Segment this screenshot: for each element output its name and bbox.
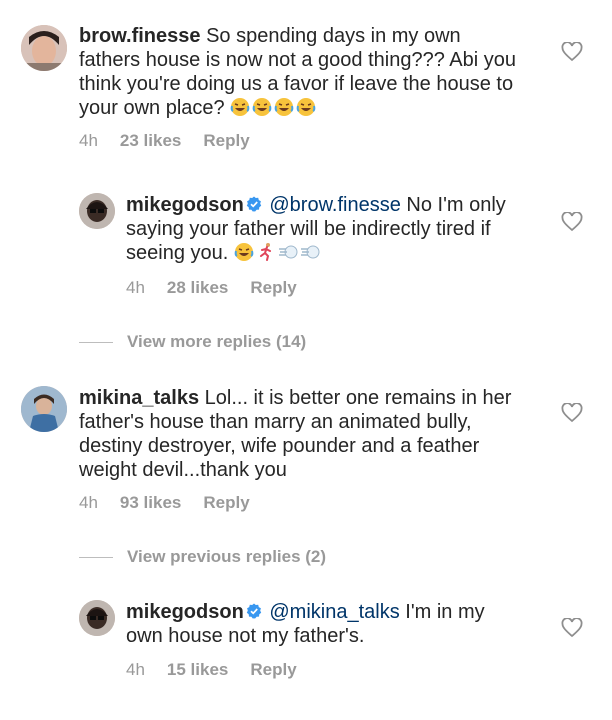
reply-button[interactable]: Reply <box>203 493 249 513</box>
comment-username[interactable]: mikegodson <box>126 601 244 623</box>
comment-meta: 4h 23 likes Reply <box>79 131 250 151</box>
dash-icon <box>300 245 320 259</box>
comment-time: 4h <box>79 131 98 150</box>
comment-meta: 4h 93 likes Reply <box>79 493 250 513</box>
comment-text: mikegodson @mikina_talks I'm in my own h… <box>126 600 526 648</box>
comment-meta: 4h 28 likes Reply <box>126 278 297 298</box>
likes-count[interactable]: 15 likes <box>167 660 228 680</box>
comment-time: 4h <box>79 493 98 512</box>
reply-button[interactable]: Reply <box>250 660 296 680</box>
likes-count[interactable]: 23 likes <box>120 131 181 151</box>
comment-text: brow.finesse So spending days in my own … <box>79 24 519 120</box>
laughing-emoji-icon <box>296 98 316 116</box>
verified-badge-icon <box>246 196 261 212</box>
reply-button[interactable]: Reply <box>250 278 296 298</box>
view-previous-replies-button[interactable]: View previous replies (2) <box>79 547 326 567</box>
avatar[interactable] <box>79 600 115 636</box>
laughing-emoji-icon <box>274 98 294 116</box>
comment-time: 4h <box>126 660 145 679</box>
heart-icon[interactable] <box>561 618 583 638</box>
heart-icon[interactable] <box>561 403 583 423</box>
reply-button[interactable]: Reply <box>203 131 249 151</box>
view-more-replies-button[interactable]: View more replies (14) <box>79 332 306 352</box>
comment-text: mikegodson @brow.finesse No I'm only say… <box>126 193 536 265</box>
heart-icon[interactable] <box>561 42 583 62</box>
laughing-emoji-icon <box>230 98 250 116</box>
laughing-emoji-group <box>230 97 316 117</box>
avatar[interactable] <box>21 25 67 71</box>
avatar[interactable] <box>79 193 115 229</box>
comment-meta: 4h 15 likes Reply <box>126 660 297 680</box>
emoji-group <box>234 242 320 262</box>
comment-username[interactable]: mikina_talks <box>79 387 199 409</box>
laughing-emoji-icon <box>234 243 254 261</box>
verified-badge-icon <box>246 603 261 619</box>
dash-icon <box>278 245 298 259</box>
comment-text: mikina_talks Lol... it is better one rem… <box>79 386 519 482</box>
comment-username[interactable]: mikegodson <box>126 194 244 216</box>
avatar[interactable] <box>21 386 67 432</box>
view-more-replies-label: View more replies (14) <box>127 332 307 351</box>
divider <box>79 341 113 343</box>
comment-time: 4h <box>126 278 145 297</box>
running-person-icon <box>259 243 271 261</box>
view-previous-replies-label: View previous replies (2) <box>127 547 327 566</box>
likes-count[interactable]: 28 likes <box>167 278 228 298</box>
comment-username[interactable]: brow.finesse <box>79 25 201 47</box>
mention-link[interactable]: @brow.finesse <box>269 194 400 216</box>
divider <box>79 556 113 558</box>
likes-count[interactable]: 93 likes <box>120 493 181 513</box>
heart-icon[interactable] <box>561 212 583 232</box>
laughing-emoji-icon <box>252 98 272 116</box>
mention-link[interactable]: @mikina_talks <box>269 601 399 623</box>
